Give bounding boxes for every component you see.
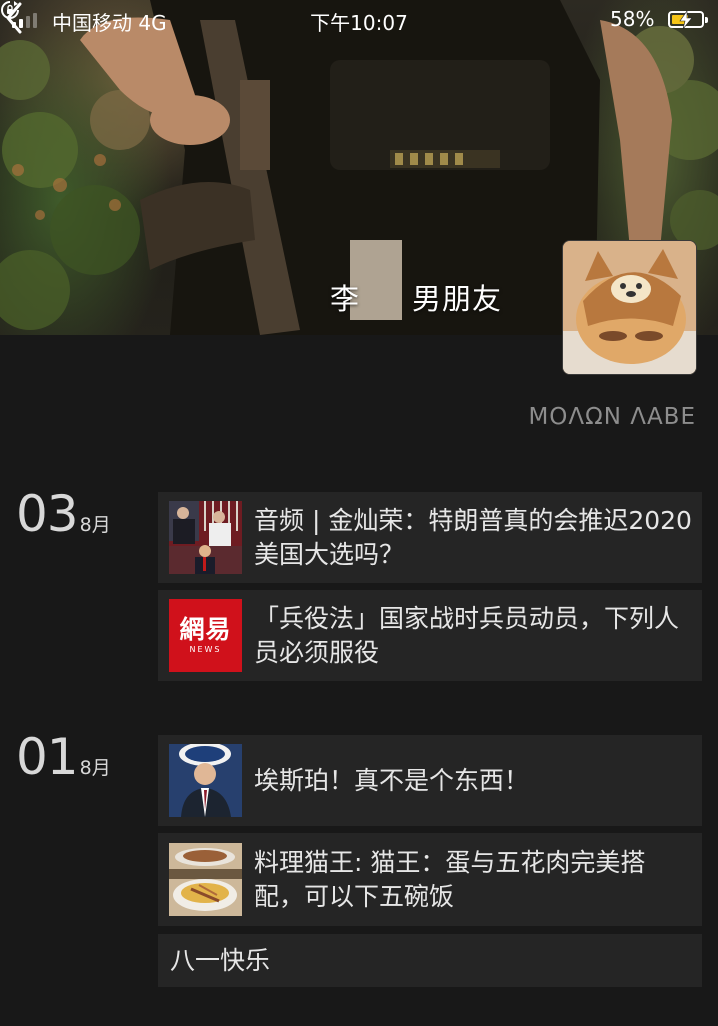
post-text: 埃斯珀！真不是个东西！ xyxy=(254,765,530,795)
profile-avatar[interactable] xyxy=(562,240,697,375)
timeline-post[interactable]: 音频 | 金灿荣：特朗普真的会推迟2020美国大选吗？ xyxy=(158,492,702,583)
timeline-post[interactable]: 埃斯珀！真不是个东西！ xyxy=(158,735,702,826)
battery-icon xyxy=(668,11,708,29)
post-text: 八一快乐 xyxy=(170,945,271,975)
date-month: 8月 xyxy=(79,757,111,779)
date-day: 01 xyxy=(16,728,79,786)
profile-name-suffix: 男朋友 xyxy=(412,282,503,316)
timeline-post[interactable]: 八一快乐 xyxy=(158,934,702,987)
profile-name-prefix: 李 xyxy=(330,282,361,316)
status-bar: 中国移动 4G 下午10:07 58% xyxy=(0,0,718,40)
post-text: 「兵役法」国家战时兵员动员，下列人员必须服役 xyxy=(254,603,680,667)
post-text: 音频 | 金灿荣：特朗普真的会推迟2020美国大选吗？ xyxy=(254,505,692,569)
timeline-date: 01 8月 xyxy=(16,728,111,786)
news-photo-thumbnail xyxy=(169,501,242,574)
food-dish-thumbnail xyxy=(169,843,242,916)
post-text: 料理猫王: 猫王：蛋与五花肉完美搭配，可以下五碗饭 xyxy=(254,847,646,911)
netease-logo-text: 網易 xyxy=(179,614,232,644)
timeline-date: 03 8月 xyxy=(16,485,111,543)
press-briefing-thumbnail xyxy=(169,744,242,817)
timeline-post[interactable]: 料理猫王: 猫王：蛋与五花肉完美搭配，可以下五碗饭 xyxy=(158,833,702,926)
date-month: 8月 xyxy=(79,514,111,536)
battery-percent: 58% xyxy=(610,7,655,31)
timeline-post[interactable]: 網易 NEWS 「兵役法」国家战时兵员动员，下列人员必须服役 xyxy=(158,590,702,681)
cat-avatar-image xyxy=(563,241,696,374)
back-chevron-icon[interactable] xyxy=(0,0,30,36)
charging-bolt-icon xyxy=(679,11,693,29)
date-day: 03 xyxy=(16,485,79,543)
netease-news-logo: 網易 NEWS xyxy=(169,599,242,672)
profile-name[interactable]: 李 男朋友 xyxy=(330,276,502,318)
profile-signature: ΜΟΛΩΝ ΛΑΒΕ xyxy=(528,404,696,430)
netease-logo-subtext: NEWS xyxy=(189,644,222,654)
